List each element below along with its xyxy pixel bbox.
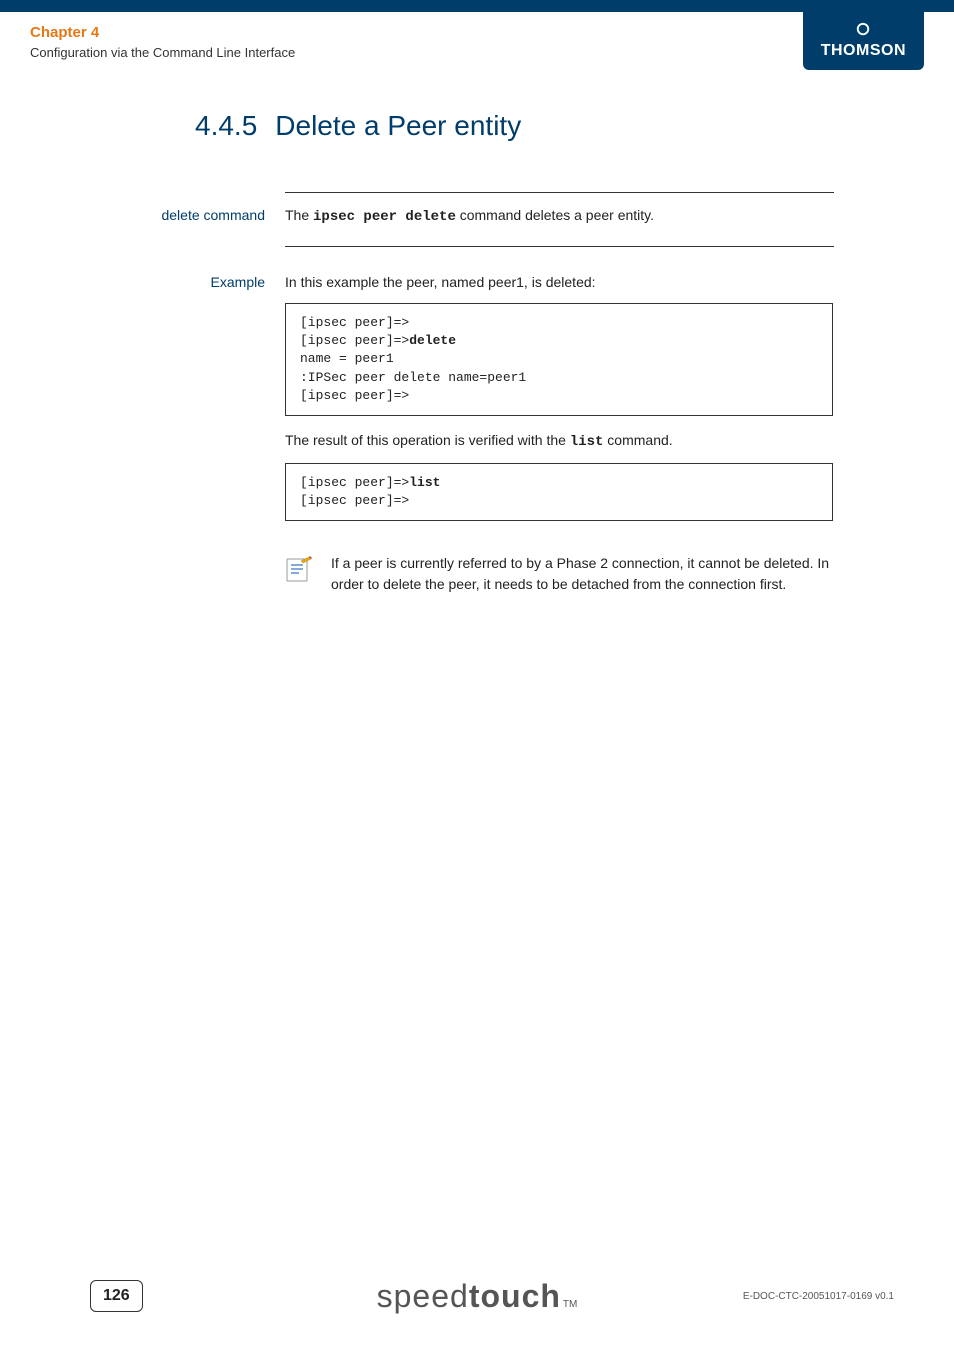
code-block-1: [ipsec peer]=> [ipsec peer]=>delete name… xyxy=(285,303,833,416)
verify-text: The result of this operation is verified… xyxy=(285,430,834,453)
code-delete-cmd: delete xyxy=(409,333,456,348)
list-command: list xyxy=(570,434,604,450)
chapter-subtitle: Configuration via the Command Line Inter… xyxy=(30,45,295,60)
text-suffix: command deletes a peer entity. xyxy=(456,207,654,223)
verify-prefix: The result of this operation is verified… xyxy=(285,432,570,448)
logo-speed: speed xyxy=(377,1278,469,1315)
code-line: [ipsec peer]=> xyxy=(300,388,409,403)
chapter-label: Chapter 4 xyxy=(30,24,295,41)
example-intro: In this example the peer, named peer1, i… xyxy=(285,272,834,293)
example-content: In this example the peer, named peer1, i… xyxy=(285,272,834,535)
main-content: 4.4.5 Delete a Peer entity delete comman… xyxy=(0,70,954,595)
speedtouch-logo: speedtouchTM xyxy=(377,1278,578,1315)
thomson-brand-text: THOMSON xyxy=(821,42,906,60)
thomson-icon xyxy=(854,20,872,38)
code-line: name = peer1 xyxy=(300,351,394,366)
delete-command-row: delete command The ipsec peer delete com… xyxy=(0,205,834,228)
page-header: Chapter 4 Configuration via the Command … xyxy=(0,12,954,70)
section-title-row: 4.4.5 Delete a Peer entity xyxy=(0,110,954,142)
code-line-prefix: [ipsec peer]=> xyxy=(300,333,409,348)
logo-touch: touch xyxy=(469,1278,561,1315)
page-footer: 126 speedtouchTM E-DOC-CTC-20051017-0169… xyxy=(0,1241,954,1351)
code-line-prefix: [ipsec peer]=> xyxy=(300,475,409,490)
delete-command-text: The ipsec peer delete command deletes a … xyxy=(285,205,834,228)
code-line: :IPSec peer delete name=peer1 xyxy=(300,370,526,385)
note-icon xyxy=(285,555,313,583)
content-wrapper: delete command The ipsec peer delete com… xyxy=(0,192,834,595)
divider xyxy=(285,246,834,247)
ipsec-command: ipsec peer delete xyxy=(313,209,456,225)
example-label: Example xyxy=(0,272,285,535)
divider xyxy=(285,192,834,193)
verify-suffix: command. xyxy=(603,432,672,448)
code-list-cmd: list xyxy=(409,475,440,490)
code-line: [ipsec peer]=> xyxy=(300,493,409,508)
example-row: Example In this example the peer, named … xyxy=(0,272,834,535)
note-text: If a peer is currently referred to by a … xyxy=(331,553,834,595)
logo-tm: TM xyxy=(563,1299,577,1310)
document-reference: E-DOC-CTC-20051017-0169 v0.1 xyxy=(743,1291,894,1302)
delete-command-label: delete command xyxy=(0,205,285,228)
section-number: 4.4.5 xyxy=(195,110,257,142)
code-block-2: [ipsec peer]=>list [ipsec peer]=> xyxy=(285,463,833,521)
note-row: If a peer is currently referred to by a … xyxy=(285,553,834,595)
code-line: [ipsec peer]=> xyxy=(300,315,409,330)
section-title: Delete a Peer entity xyxy=(275,110,521,142)
page-number: 126 xyxy=(90,1280,143,1312)
thomson-logo: THOMSON xyxy=(803,12,924,70)
text-prefix: The xyxy=(285,207,313,223)
header-left: Chapter 4 Configuration via the Command … xyxy=(30,24,295,60)
top-bar xyxy=(0,0,954,12)
